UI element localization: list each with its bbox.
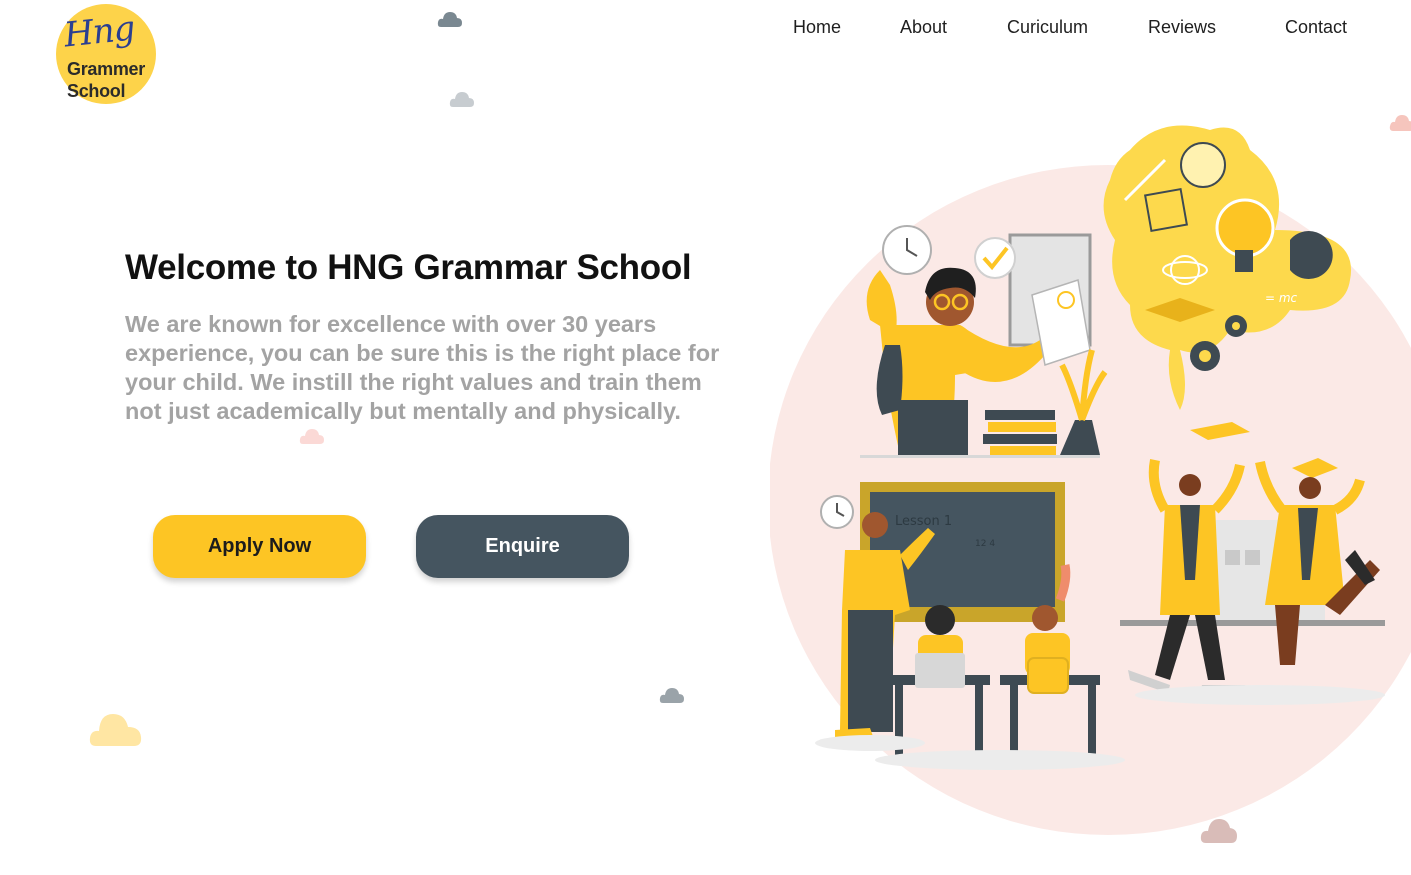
logo-word-school: School <box>67 81 126 101</box>
enquire-button[interactable]: Enquire <box>416 515 629 578</box>
logo-word-grammer: Grammer <box>67 59 145 79</box>
cloud-icon <box>659 688 684 703</box>
chalkboard-numbers: 12 4 <box>975 539 995 549</box>
apply-now-button[interactable]: Apply Now <box>153 515 366 578</box>
nav-about[interactable]: About <box>900 17 947 38</box>
chalkboard-text: Lesson 1 <box>895 514 952 529</box>
hero-title: Welcome to HNG Grammar School <box>125 248 692 287</box>
lightbulb-icon <box>1215 198 1275 258</box>
nav-reviews[interactable]: Reviews <box>1148 17 1216 38</box>
nav-curriculum[interactable]: Curiculum <box>1007 17 1088 38</box>
cloud-icon <box>437 12 462 27</box>
nav-home[interactable]: Home <box>793 17 841 38</box>
school-logo[interactable]: Hng Grammer School <box>56 4 156 104</box>
formula-text: = mc <box>1265 291 1298 305</box>
school-illustration: = mc Lesson 1 12 4 <box>770 125 1411 835</box>
nav-contact[interactable]: Contact <box>1285 17 1347 38</box>
cloud-icon <box>299 429 324 444</box>
checkmark-bubble-icon <box>974 237 1016 279</box>
logo-script: Hng <box>62 8 137 56</box>
hero-description: We are known for excellence with over 30… <box>125 311 720 424</box>
cloud-icon <box>89 714 142 746</box>
flask-icon <box>1180 142 1226 188</box>
cloud-icon <box>449 92 474 107</box>
